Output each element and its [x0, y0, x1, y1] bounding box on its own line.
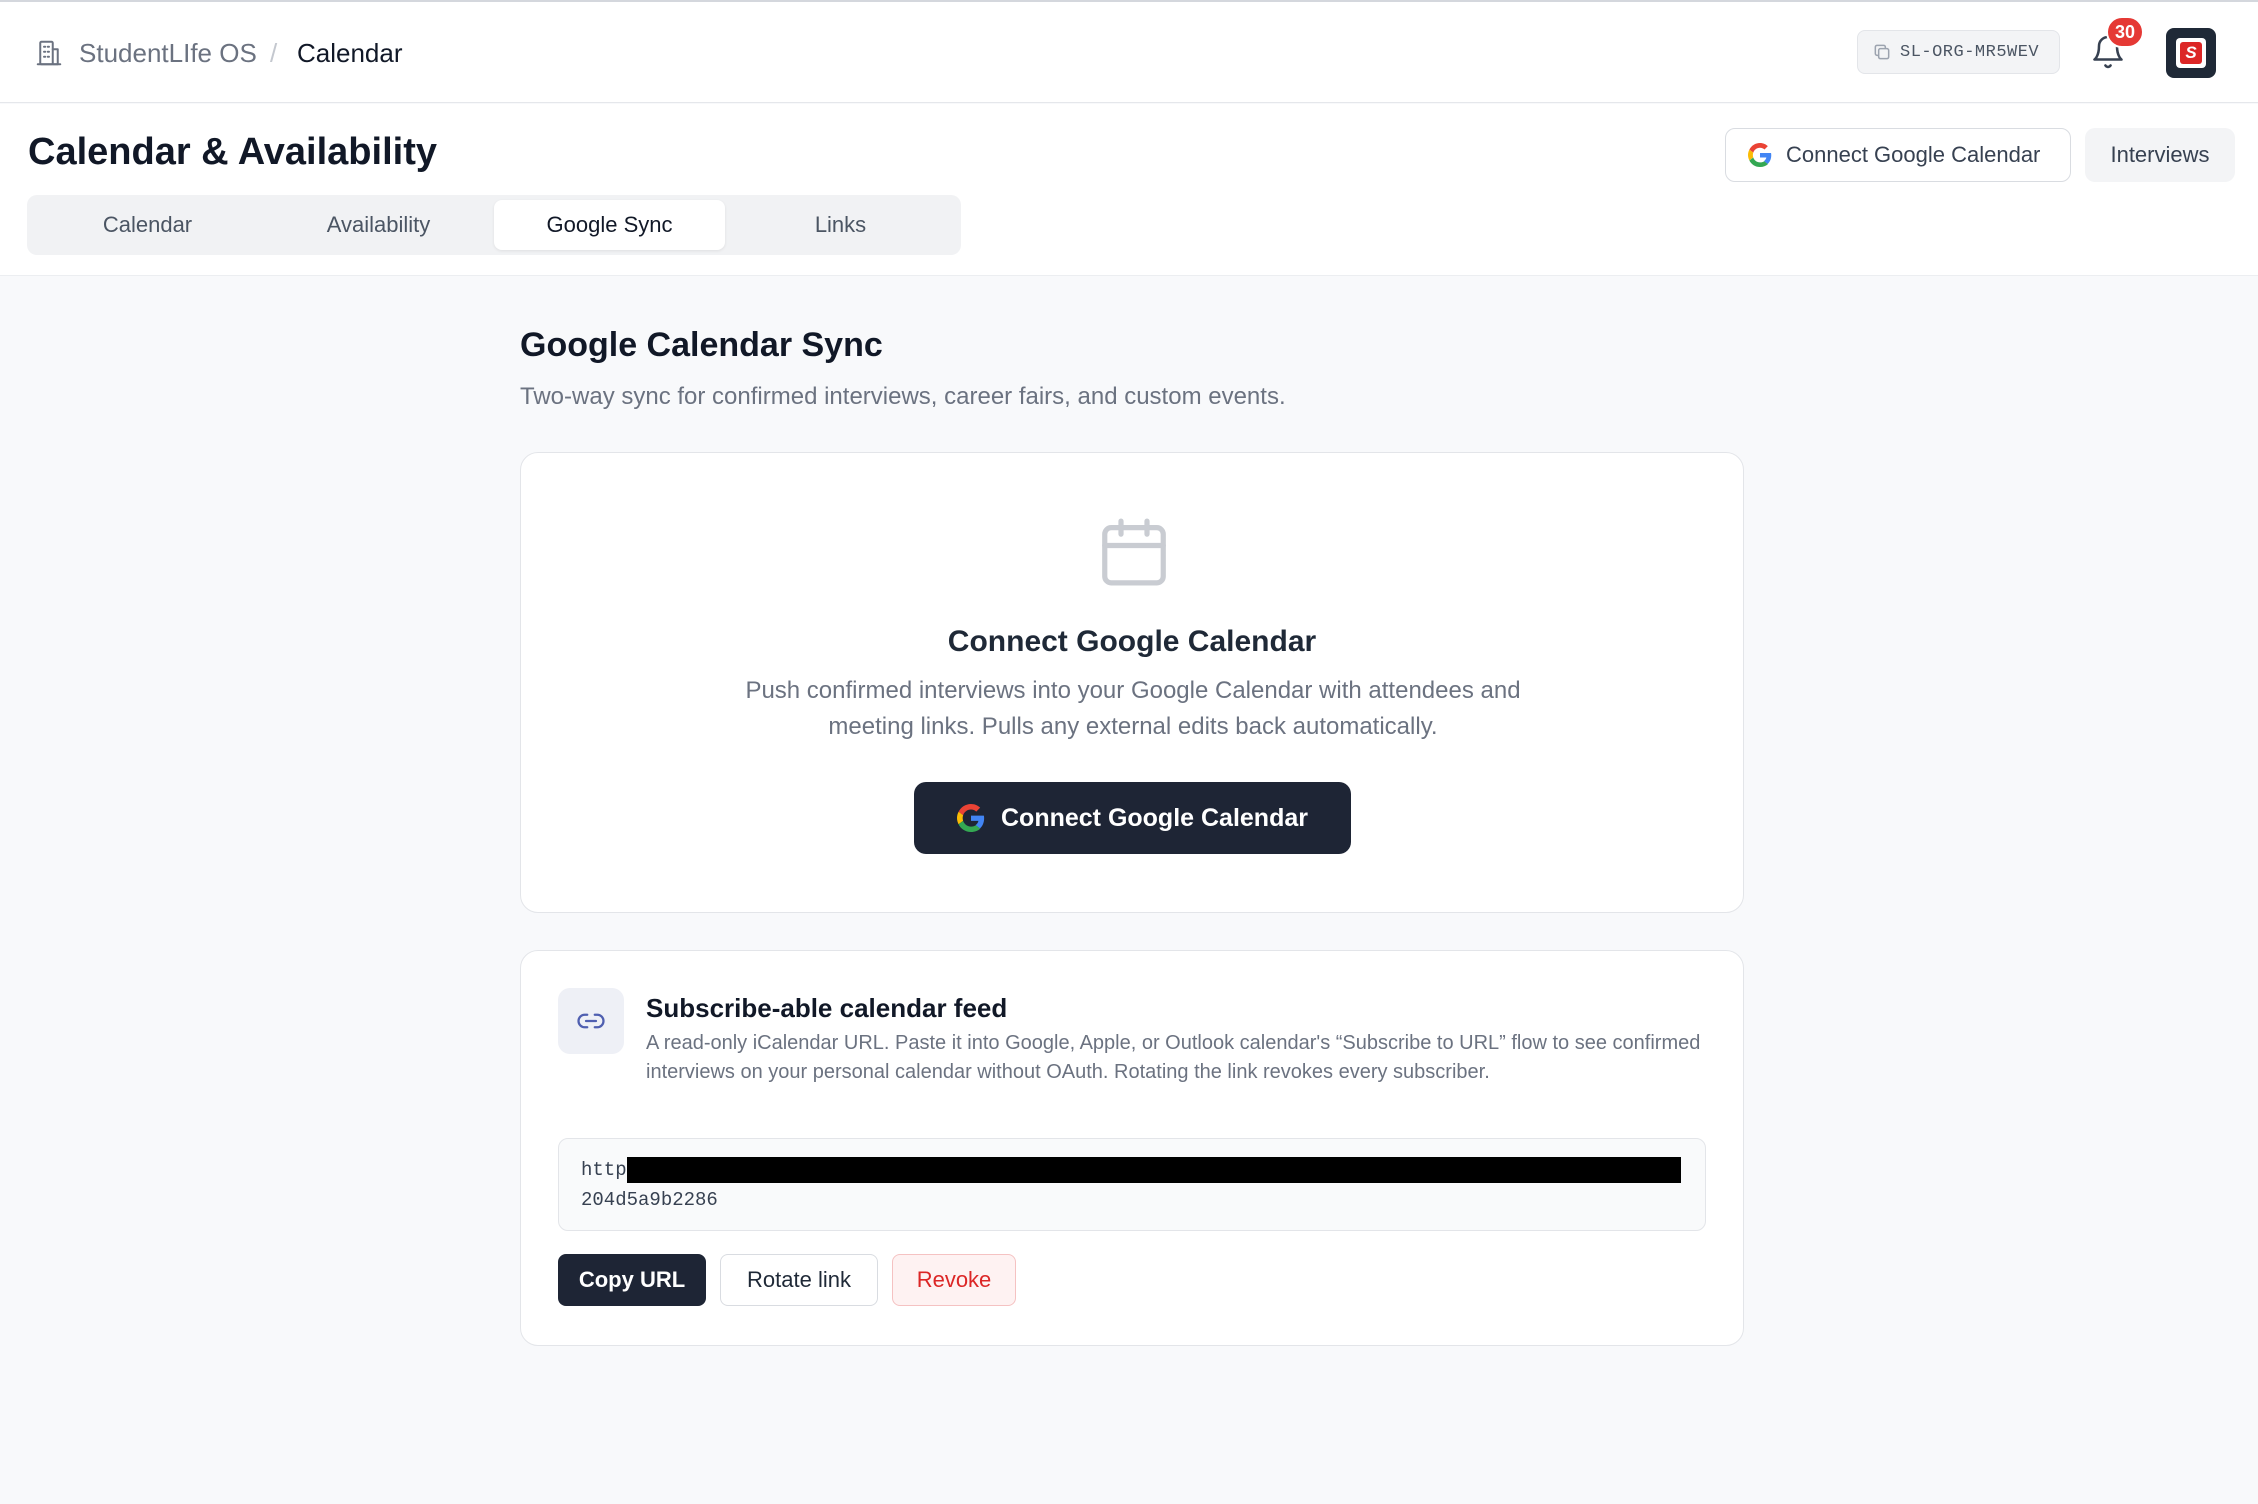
google-icon: [1748, 143, 1772, 167]
interviews-button-label: Interviews: [2110, 142, 2210, 167]
tab-google-sync[interactable]: Google Sync: [494, 200, 725, 250]
page-title: Calendar & Availability: [28, 131, 437, 173]
connect-google-calendar-label: Connect Google Calendar: [1001, 803, 1308, 832]
tab-bar: Calendar Availability Google Sync Links: [27, 195, 961, 255]
org-code: SL-ORG-MR5WEV: [1900, 42, 2040, 62]
header-connect-google-button[interactable]: Connect Google Calendar: [1725, 128, 2071, 182]
feed-card-title: Subscribe-able calendar feed: [646, 993, 1008, 1023]
connect-card-title: Connect Google Calendar: [947, 625, 1317, 658]
interviews-button[interactable]: Interviews: [2085, 128, 2235, 182]
feed-url-field[interactable]: http 204d5a9b2286: [558, 1138, 1706, 1231]
org-code-copy-button[interactable]: SL-ORG-MR5WEV: [1857, 30, 2060, 74]
page-header: Calendar & Availability Connect Google C…: [0, 104, 2258, 276]
breadcrumb-current-page: Calendar: [297, 38, 403, 68]
connect-google-card: Connect Google Calendar Push confirmed i…: [520, 452, 1744, 913]
avatar-logo: S: [2176, 38, 2206, 68]
redacted-block: [626, 1157, 1681, 1183]
feed-card-description: A read-only iCalendar URL. Paste it into…: [646, 1032, 1701, 1083]
revoke-button[interactable]: Revoke: [892, 1254, 1016, 1306]
rotate-link-label: Rotate link: [747, 1267, 851, 1292]
feed-url-line: http: [581, 1155, 1683, 1185]
building-icon: [36, 40, 62, 66]
header-connect-google-label: Connect Google Calendar: [1786, 142, 2041, 167]
tab-calendar[interactable]: Calendar: [32, 200, 263, 250]
feed-url-prefix: http: [581, 1159, 627, 1181]
notification-count-badge: 30: [2106, 16, 2144, 48]
connect-card-description: Push confirmed interviews into your Goog…: [745, 677, 1521, 740]
tab-links[interactable]: Links: [725, 200, 956, 250]
link-icon: [577, 1013, 605, 1029]
rotate-link-button[interactable]: Rotate link: [720, 1254, 878, 1306]
tab-availability[interactable]: Availability: [263, 200, 494, 250]
breadcrumb-app[interactable]: StudentLIfe OS: [79, 38, 257, 68]
user-avatar-button[interactable]: S: [2166, 28, 2216, 78]
revoke-label: Revoke: [916, 1267, 992, 1292]
tab-google-sync-label: Google Sync: [546, 212, 673, 237]
google-icon: [957, 804, 985, 832]
tab-links-label: Links: [814, 212, 867, 237]
feed-url-suffix: 204d5a9b2286: [581, 1189, 718, 1211]
copy-url-label: Copy URL: [578, 1267, 686, 1292]
calendar-feed-card: Subscribe-able calendar feed A read-only…: [520, 950, 1744, 1346]
connect-google-calendar-button[interactable]: Connect Google Calendar: [914, 782, 1351, 854]
copy-url-button[interactable]: Copy URL: [558, 1254, 706, 1306]
feed-icon-tile: [558, 988, 624, 1054]
feed-actions: Copy URL Rotate link Revoke: [558, 1254, 1016, 1306]
breadcrumb-separator: /: [270, 38, 278, 68]
section-subtitle: Two-way sync for confirmed interviews, c…: [520, 383, 1286, 410]
copy-icon: [1874, 44, 1890, 60]
avatar-letter: S: [2180, 42, 2202, 64]
top-bar: StudentLIfe OS / Calendar SL-ORG-MR5WEV …: [0, 2, 2258, 103]
calendar-icon: [1102, 518, 1166, 586]
tab-availability-label: Availability: [326, 212, 431, 237]
section-title: Google Calendar Sync: [520, 326, 883, 364]
tab-calendar-label: Calendar: [102, 212, 193, 237]
